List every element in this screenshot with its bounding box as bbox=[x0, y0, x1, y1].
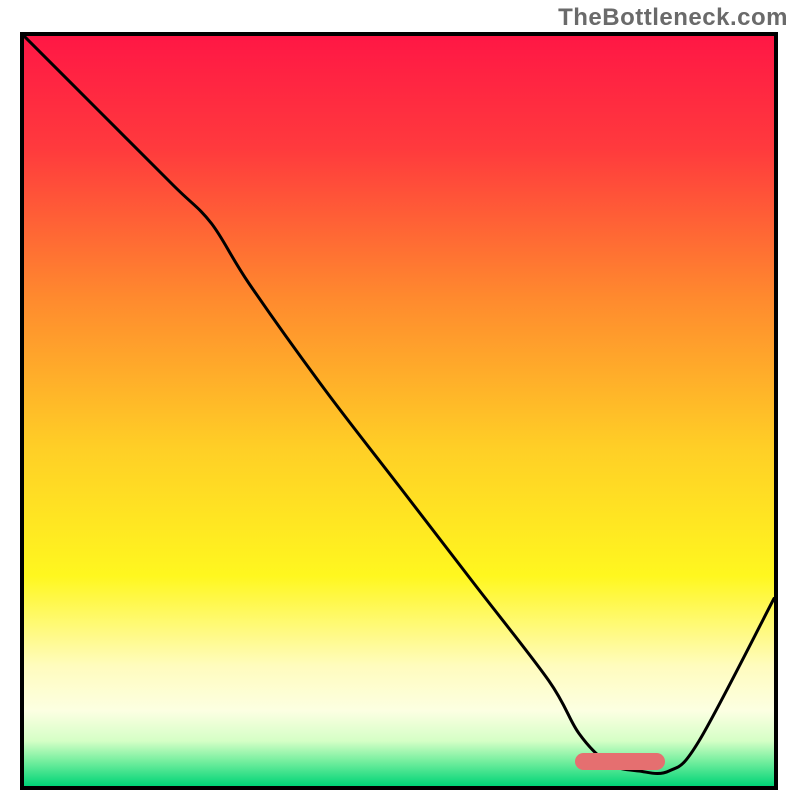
plot-area bbox=[20, 32, 778, 790]
watermark-text: TheBottleneck.com bbox=[558, 4, 788, 32]
optimal-range-marker bbox=[575, 753, 665, 770]
bottleneck-curve bbox=[24, 36, 774, 786]
chart-frame: TheBottleneck.com bbox=[0, 0, 800, 800]
